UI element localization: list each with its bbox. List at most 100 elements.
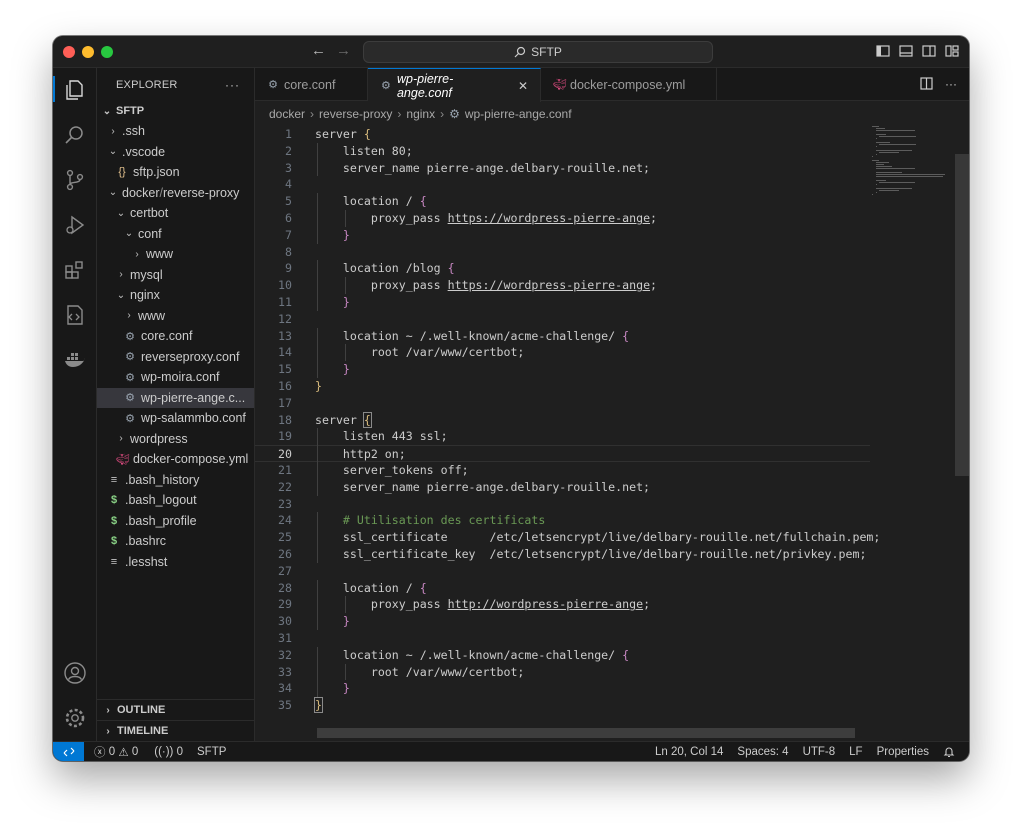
notifications-bell-icon[interactable] (943, 746, 955, 758)
close-tab-icon[interactable]: ✕ (518, 79, 528, 93)
file-item[interactable]: ⚙ core.conf (97, 326, 254, 346)
code-line[interactable]: 12 (255, 311, 870, 328)
code-line[interactable]: 8 (255, 244, 870, 261)
code-line[interactable]: 26 ssl_certificate_key /etc/letsencrypt/… (255, 546, 870, 563)
extensions-icon[interactable] (63, 258, 87, 282)
folder-item[interactable]: › mysql (97, 265, 254, 285)
toggle-primary-sidebar-icon[interactable] (876, 44, 890, 61)
breadcrumb-item[interactable]: nginx (406, 107, 435, 121)
file-item[interactable]: {} sftp.json (97, 162, 254, 182)
code-line[interactable]: 20 http2 on; (255, 445, 870, 463)
code-line[interactable]: 4 (255, 176, 870, 193)
code-line[interactable]: 10 proxy_pass https://wordpress-pierre-a… (255, 277, 870, 294)
back-arrow-icon[interactable]: ← (311, 42, 326, 59)
customize-layout-icon[interactable] (945, 44, 959, 61)
code-line[interactable]: 29 proxy_pass http://wordpress-pierre-an… (255, 596, 870, 613)
code-line[interactable]: 13 location ~ /.well-known/acme-challeng… (255, 328, 870, 345)
file-item[interactable]: $ .bash_logout (97, 490, 254, 510)
breadcrumb-item[interactable]: wp-pierre-ange.conf (465, 107, 572, 121)
code-line[interactable]: 32 location ~ /.well-known/acme-challeng… (255, 647, 870, 664)
settings-gear-icon[interactable] (63, 706, 87, 730)
code-line[interactable]: 24 # Utilisation des certificats (255, 512, 870, 529)
code-line[interactable]: 6 proxy_pass https://wordpress-pierre-an… (255, 210, 870, 227)
code-line[interactable]: 22 server_name pierre-ange.delbary-rouil… (255, 479, 870, 496)
indentation-setting[interactable]: Spaces: 4 (737, 746, 788, 758)
sftp-status[interactable]: SFTP (197, 746, 226, 758)
command-center-search[interactable]: SFTP (363, 41, 713, 63)
explorer-more-actions-icon[interactable]: ··· (225, 78, 240, 92)
folder-item[interactable]: › www (97, 306, 254, 326)
outline-section[interactable]: › OUTLINE (97, 699, 254, 720)
accounts-icon[interactable] (63, 661, 87, 685)
search-view-icon[interactable] (63, 123, 87, 147)
toggle-secondary-sidebar-icon[interactable] (922, 44, 936, 61)
tab-docker-compose-yml[interactable]: 🐳︎ docker-compose.yml (541, 68, 717, 101)
docker-icon[interactable] (63, 348, 87, 372)
code-line[interactable]: 25 ssl_certificate /etc/letsencrypt/live… (255, 529, 880, 546)
code-line[interactable]: 34 } (255, 680, 870, 697)
workspace-root-sftp[interactable]: ⌄ SFTP (97, 101, 254, 121)
breadcrumb-item[interactable]: reverse-proxy (319, 107, 392, 121)
close-window-button[interactable] (63, 46, 75, 58)
code-line[interactable]: 1 server { (255, 126, 870, 143)
timeline-section[interactable]: › TIMELINE (97, 720, 254, 741)
code-line[interactable]: 14 root /var/www/certbot; (255, 344, 870, 361)
folder-item[interactable]: › wordpress (97, 429, 254, 449)
encoding-setting[interactable]: UTF-8 (803, 746, 836, 758)
language-mode[interactable]: Properties (877, 746, 929, 758)
file-item[interactable]: ⚙ wp-moira.conf (97, 367, 254, 387)
eol-setting[interactable]: LF (849, 746, 862, 758)
code-line[interactable]: 31 (255, 630, 870, 647)
breadcrumb-item[interactable]: docker (269, 107, 305, 121)
code-line[interactable]: 33 root /var/www/certbot; (255, 664, 870, 681)
editor-more-actions-icon[interactable]: ··· (945, 77, 957, 93)
code-line[interactable]: 5 location / { (255, 193, 870, 210)
minimize-window-button[interactable] (82, 46, 94, 58)
minimap[interactable] (870, 126, 953, 206)
horizontal-scrollbar[interactable] (317, 728, 855, 738)
code-line[interactable]: 18 server { (255, 411, 870, 429)
ports-indicator[interactable]: ((·)) 0 (154, 746, 183, 758)
code-line[interactable]: 3 server_name pierre-ange.delbary-rouill… (255, 160, 870, 177)
file-item[interactable]: ≡ .bash_history (97, 470, 254, 490)
file-item[interactable]: $ .bash_profile (97, 511, 254, 531)
file-item[interactable]: ≡ .lesshst (97, 552, 254, 572)
file-item[interactable]: 🐳︎ docker-compose.yml (97, 449, 254, 469)
remote-indicator-icon[interactable] (53, 741, 84, 761)
folder-item[interactable]: ⌄ docker / reverse-proxy (97, 183, 254, 203)
folder-item[interactable]: ⌄ nginx (97, 285, 254, 305)
folder-item[interactable]: ⌄ conf (97, 224, 254, 244)
forward-arrow-icon[interactable]: → (336, 42, 351, 59)
vertical-scrollbar[interactable] (955, 154, 969, 476)
code-line[interactable]: 11 } (255, 294, 870, 311)
code-line[interactable]: 27 (255, 563, 870, 580)
code-line[interactable]: 19 listen 443 ssl; (255, 428, 870, 445)
code-line[interactable]: 23 (255, 496, 870, 513)
tab-core-conf[interactable]: ⚙ core.conf (255, 68, 368, 101)
code-line[interactable]: 21 server_tokens off; (255, 462, 870, 479)
run-debug-icon[interactable] (63, 213, 87, 237)
zoom-window-button[interactable] (101, 46, 113, 58)
cursor-position[interactable]: Ln 20, Col 14 (655, 746, 723, 758)
file-item[interactable]: ⚙ reverseproxy.conf (97, 347, 254, 367)
file-item[interactable]: ⚙ wp-pierre-ange.c... (97, 387, 254, 408)
file-item[interactable]: $ .bashrc (97, 531, 254, 551)
folder-item[interactable]: › www (97, 244, 254, 264)
code-line[interactable]: 35} (255, 697, 870, 714)
source-control-icon[interactable] (63, 168, 87, 192)
code-line[interactable]: 7 } (255, 227, 870, 244)
code-line[interactable]: 2 listen 80; (255, 143, 870, 160)
code-line[interactable]: 15 } (255, 361, 870, 378)
folder-item[interactable]: ⌄ .vscode (97, 142, 254, 162)
code-line[interactable]: 30 } (255, 613, 870, 630)
tab-wp-pierre-ange-conf[interactable]: ⚙ wp-pierre-ange.conf ✕ (368, 68, 541, 102)
code-line[interactable]: 9 location /blog { (255, 260, 870, 277)
folder-item[interactable]: › .ssh (97, 121, 254, 141)
code-line[interactable]: 17 (255, 395, 870, 412)
code-line[interactable]: 16} (255, 378, 870, 395)
file-item[interactable]: ⚙ wp-salammbo.conf (97, 408, 254, 428)
toggle-panel-icon[interactable] (899, 44, 913, 61)
problems-indicator[interactable]: ⓧ 0 ⚠ 0 (94, 744, 138, 760)
explorer-files-icon[interactable] (63, 78, 87, 102)
split-editor-icon[interactable] (920, 77, 933, 93)
